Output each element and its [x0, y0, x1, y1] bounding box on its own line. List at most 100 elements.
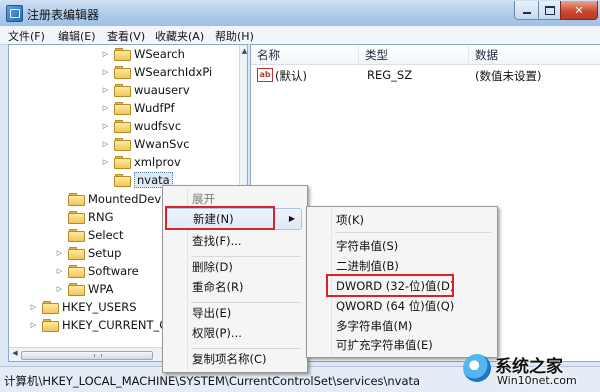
- folder-icon: [68, 193, 85, 206]
- tree-item-label: WPA: [88, 282, 114, 296]
- column-header-data[interactable]: 数据: [469, 45, 600, 65]
- regedit-app-icon: [6, 5, 23, 22]
- tree-item-select[interactable]: Select: [55, 226, 123, 244]
- tree-item-label: wuauserv: [134, 83, 190, 97]
- tree-item-label: Software: [88, 264, 139, 278]
- tree-item-label: Setup: [88, 246, 122, 260]
- folder-icon: [68, 229, 85, 242]
- value-row-default[interactable]: ab (默认) REG_SZ (数值未设置): [251, 66, 600, 84]
- tree-item-label: wudfsvc: [134, 119, 182, 133]
- expand-icon[interactable]: ▷: [101, 158, 110, 167]
- expand-icon[interactable]: ▷: [101, 104, 110, 113]
- expand-icon[interactable]: ▷: [101, 68, 110, 77]
- submenu-item-qword-value[interactable]: QWORD (64 位)值(Q): [310, 295, 492, 317]
- submenu-item-string-value[interactable]: 字符串值(S): [310, 235, 492, 257]
- scroll-left-icon[interactable]: ◀: [10, 349, 20, 357]
- window-title: 注册表编辑器: [27, 8, 100, 22]
- expand-icon[interactable]: ▷: [29, 303, 38, 312]
- context-item-new[interactable]: 新建(N) ▶: [166, 208, 302, 230]
- menu-help[interactable]: 帮助(H): [215, 28, 254, 44]
- context-item-delete[interactable]: 删除(D): [166, 256, 302, 278]
- tree-item-xmlprov[interactable]: ▷ xmlprov: [101, 153, 181, 171]
- submenu-item-binary-value[interactable]: 二进制值(B): [310, 255, 492, 277]
- folder-icon: [68, 247, 85, 260]
- tree-item-wpa[interactable]: ▷ WPA: [55, 280, 113, 298]
- context-item-expand: 展开: [192, 192, 215, 206]
- value-name: (默认): [275, 69, 307, 83]
- column-header-name[interactable]: 名称: [251, 45, 359, 65]
- menu-bar: 文件(F) 编辑(E) 查看(V) 收藏夹(A) 帮助(H): [0, 26, 600, 45]
- brand-logo-icon: [463, 354, 491, 382]
- scrollbar-thumb[interactable]: [21, 351, 153, 360]
- tree-item-label: Select: [88, 228, 124, 242]
- context-item-copy-key-name[interactable]: 复制项名称(C): [166, 348, 302, 370]
- tree-item-label: WSearchIdxPi: [134, 65, 213, 79]
- expand-icon[interactable]: ▷: [101, 122, 110, 131]
- tree-item-label: WSearch: [134, 47, 185, 61]
- folder-icon: [114, 138, 131, 151]
- folder-icon: [114, 120, 131, 133]
- expand-icon[interactable]: ▷: [55, 267, 64, 276]
- tree-item-label: HKEY_USERS: [62, 300, 137, 314]
- tree-item-wudfpf[interactable]: ▷ WudfPf: [101, 99, 175, 117]
- tree-item-label: xmlprov: [134, 155, 181, 169]
- tree-item-label: WudfPf: [134, 101, 175, 115]
- tree-item-label: HKEY_CURRENT_CO: [62, 318, 177, 332]
- context-menu: 展开 新建(N) ▶ 查找(F)... 删除(D) 重命名(R) 导出(E) 权…: [162, 185, 308, 373]
- watermark-site: Win10net.com: [497, 374, 577, 387]
- scroll-up-icon[interactable]: ▲: [240, 47, 247, 56]
- tree-item-wwansvc[interactable]: ▷ WwanSvc: [101, 135, 190, 153]
- close-button[interactable]: ✕: [560, 1, 598, 20]
- menu-file[interactable]: 文件(F): [8, 28, 45, 44]
- menu-favorites[interactable]: 收藏夹(A): [155, 28, 204, 44]
- expand-icon[interactable]: ▷: [55, 249, 64, 258]
- folder-icon: [68, 265, 85, 278]
- new-submenu: 项(K) 字符串值(S) 二进制值(B) DWORD (32-位)值(D) QW…: [306, 206, 498, 358]
- site-watermark: 系统之家 Win10net.com: [455, 350, 600, 392]
- folder-icon: [42, 301, 59, 314]
- value-data: (数值未设置): [475, 69, 542, 83]
- folder-icon: [114, 84, 131, 97]
- folder-icon: [114, 174, 131, 187]
- context-item-rename[interactable]: 重命名(R): [166, 276, 302, 298]
- context-item-permissions[interactable]: 权限(P)...: [166, 322, 302, 344]
- expand-icon[interactable]: ▷: [29, 321, 38, 330]
- string-value-icon: ab: [257, 68, 273, 82]
- maximize-button[interactable]: [538, 1, 562, 20]
- column-header-type[interactable]: 类型: [359, 45, 469, 65]
- expand-icon[interactable]: ▷: [101, 50, 110, 59]
- folder-icon: [114, 156, 131, 169]
- tree-item-label: MountedDev: [88, 192, 162, 206]
- tree-item-hkey-users[interactable]: ▷ HKEY_USERS: [29, 298, 137, 316]
- folder-icon: [114, 102, 131, 115]
- menu-edit[interactable]: 编辑(E): [58, 28, 96, 44]
- expand-icon[interactable]: ▷: [101, 140, 110, 149]
- tree-item-mounteddev[interactable]: MountedDev: [55, 190, 161, 208]
- context-item-export[interactable]: 导出(E): [166, 302, 302, 324]
- status-path: 计算机\HKEY_LOCAL_MACHINE\SYSTEM\CurrentCon…: [4, 374, 421, 388]
- tree-item-setup[interactable]: ▷ Setup: [55, 244, 121, 262]
- tree-item-wudfsvc[interactable]: ▷ wudfsvc: [101, 117, 181, 135]
- minimize-button[interactable]: [514, 1, 540, 20]
- context-item-find[interactable]: 查找(F)...: [166, 230, 302, 252]
- tree-item-wsearchidxpi[interactable]: ▷ WSearchIdxPi: [101, 63, 212, 81]
- submenu-item-key[interactable]: 项(K): [310, 209, 492, 231]
- folder-icon: [68, 283, 85, 296]
- expand-icon[interactable]: ▷: [101, 86, 110, 95]
- submenu-arrow-icon: ▶: [288, 214, 295, 223]
- tree-item-wsearch[interactable]: ▷ WSearch: [101, 45, 185, 63]
- title-bar[interactable]: 注册表编辑器 ✕: [0, 0, 600, 27]
- tree-item-label: RNG: [88, 210, 114, 224]
- tree-item-wuauserv[interactable]: ▷ wuauserv: [101, 81, 190, 99]
- expand-icon[interactable]: ▷: [55, 285, 64, 294]
- folder-icon: [114, 66, 131, 79]
- submenu-item-dword-value[interactable]: DWORD (32-位)值(D): [310, 275, 492, 297]
- tree-item-hkey-current-config[interactable]: ▷ HKEY_CURRENT_CO: [29, 316, 176, 334]
- menu-view[interactable]: 查看(V): [107, 28, 145, 44]
- tree-item-software[interactable]: ▷ Software: [55, 262, 139, 280]
- tree-item-rng[interactable]: RNG: [55, 208, 114, 226]
- tree-item-label: WwanSvc: [134, 137, 190, 151]
